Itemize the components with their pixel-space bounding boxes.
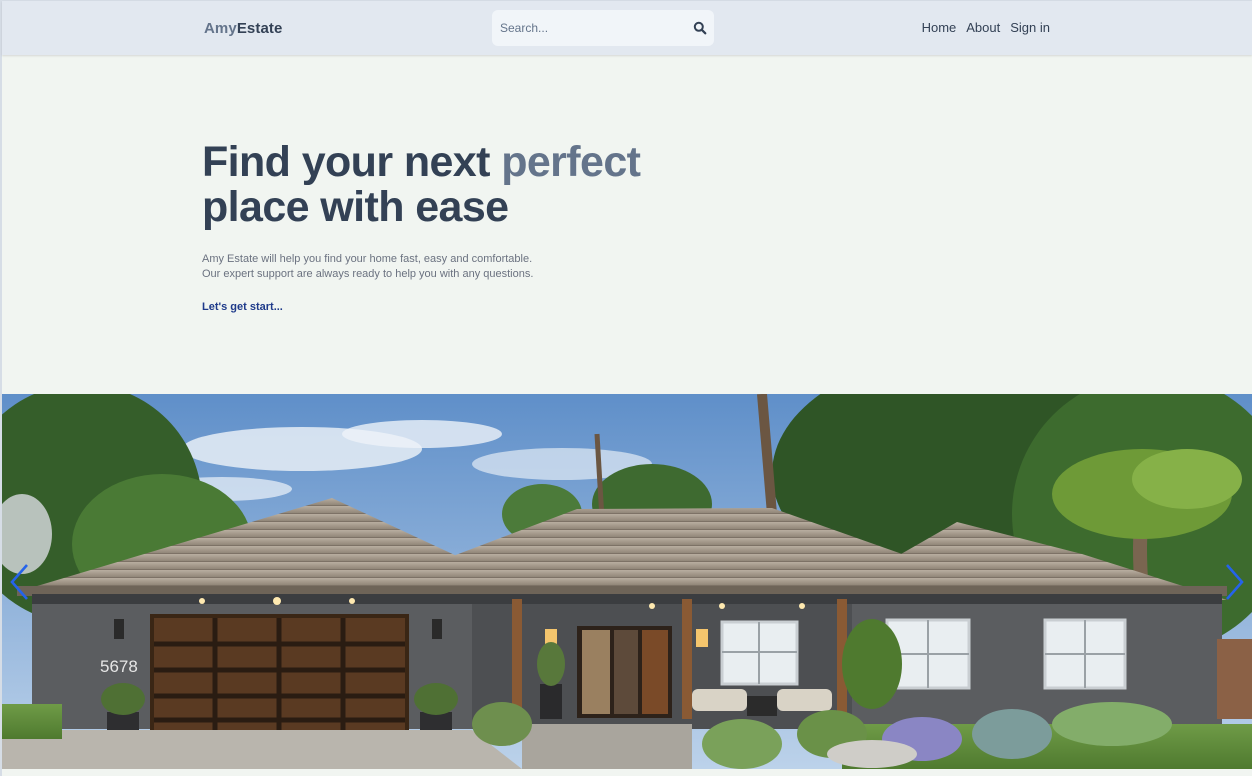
get-started-link[interactable]: Let's get start...: [202, 301, 283, 313]
search-input[interactable]: [492, 10, 682, 46]
search-icon[interactable]: [693, 21, 707, 35]
house-number: 5678: [100, 657, 138, 676]
hero-title-part-1: Find your next: [202, 138, 502, 186]
carousel-prev-button[interactable]: [8, 562, 32, 602]
hero-title-accent: perfect: [501, 138, 641, 186]
hero-desc-line-1: Amy Estate will help you find your home …: [202, 253, 533, 265]
hero-desc-line-2: Our expert support are always ready to h…: [202, 268, 534, 280]
carousel-next-button[interactable]: [1222, 562, 1246, 602]
brand-part-2: Estate: [236, 20, 283, 37]
chevron-left-icon: [10, 564, 28, 600]
nav-home-link[interactable]: Home: [922, 20, 957, 35]
image-carousel: 5678: [2, 394, 1252, 769]
house-photo: 5678: [2, 394, 1252, 769]
search-box: [492, 10, 714, 46]
brand-part-1: Amy: [204, 20, 237, 37]
hero-title: Find your next perfect place with ease: [202, 140, 802, 230]
page-bottom-strip: [2, 769, 1252, 776]
hero-title-line-2: place with ease: [202, 183, 509, 231]
hero-description: Amy Estate will help you find your home …: [202, 252, 802, 282]
main-nav: Home About Sign in: [922, 20, 1050, 35]
nav-signin-link[interactable]: Sign in: [1010, 20, 1050, 35]
hero-section: Find your next perfect place with ease A…: [202, 140, 802, 315]
chevron-right-icon: [1226, 564, 1244, 600]
brand-logo[interactable]: AmyEstate: [204, 20, 282, 37]
nav-about-link[interactable]: About: [966, 20, 1000, 35]
top-navbar: AmyEstate Home About Sign in: [2, 1, 1252, 55]
